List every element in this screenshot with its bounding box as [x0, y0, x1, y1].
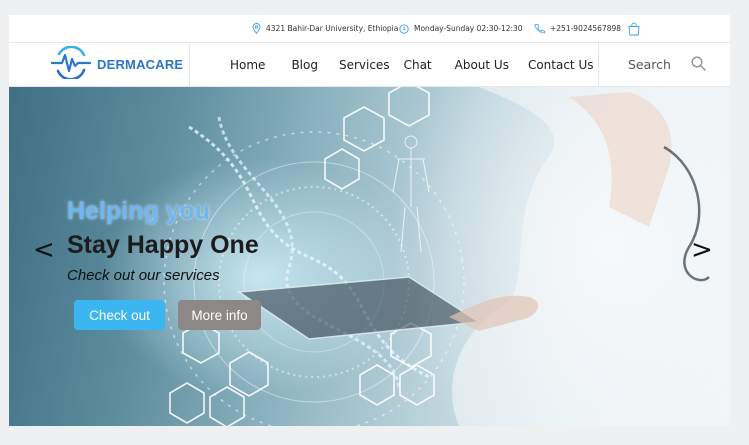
phone-text: +251-9024567898: [550, 24, 622, 33]
hero-title-line2: Stay Happy One: [67, 231, 259, 259]
check-out-button[interactable]: Check out: [74, 300, 165, 330]
hours-text: Monday-Sunday 02:30-12:30: [414, 24, 523, 33]
hero-subtitle: Check out our services: [67, 267, 220, 284]
nav-item-blog[interactable]: Blog: [291, 58, 318, 72]
page-container: 4321 Bahir-Dar University, Ethiopia Mond…: [9, 15, 730, 426]
search-label[interactable]: Search: [628, 57, 671, 72]
heartbeat-logo-icon: [50, 44, 92, 84]
nav-item-chat[interactable]: Chat: [404, 58, 432, 72]
nav-item-services[interactable]: Services: [339, 58, 390, 72]
chevron-right-icon[interactable]: >: [691, 237, 713, 263]
nav-menu: Home Blog Services Chat About Us Contact…: [230, 43, 594, 86]
clock-icon: [399, 23, 409, 34]
top-info-bar: 4321 Bahir-Dar University, Ethiopia Mond…: [9, 15, 730, 43]
hero-carousel: Helping you Stay Happy One Check out our…: [9, 87, 730, 426]
nav-divider-right: [598, 43, 599, 86]
hours-info: Monday-Sunday 02:30-12:30: [399, 15, 523, 42]
search-icon[interactable]: [691, 56, 706, 74]
nav-item-contact-us[interactable]: Contact Us: [528, 58, 594, 72]
page-footer-strip: [0, 426, 749, 445]
more-info-button[interactable]: More info: [178, 300, 261, 330]
address-info: 4321 Bahir-Dar University, Ethiopia: [252, 15, 398, 42]
shopping-bag-icon[interactable]: [627, 15, 641, 42]
nav-divider-left: [189, 43, 190, 86]
location-pin-icon: [252, 23, 261, 34]
hero-title-line1: Helping you: [67, 197, 211, 225]
phone-info[interactable]: +251-9024567898: [534, 15, 621, 42]
address-text: 4321 Bahir-Dar University, Ethiopia: [266, 24, 399, 33]
search-box[interactable]: Search: [628, 43, 706, 86]
nav-item-about-us[interactable]: About Us: [455, 58, 509, 72]
chevron-left-icon[interactable]: <: [33, 237, 55, 263]
main-navbar: DERMACARE Home Blog Services Chat About …: [9, 43, 730, 87]
phone-icon: [534, 23, 545, 34]
brand-logo[interactable]: DERMACARE: [50, 44, 184, 84]
brand-name: DERMACARE: [97, 57, 184, 72]
nav-item-home[interactable]: Home: [230, 58, 265, 72]
